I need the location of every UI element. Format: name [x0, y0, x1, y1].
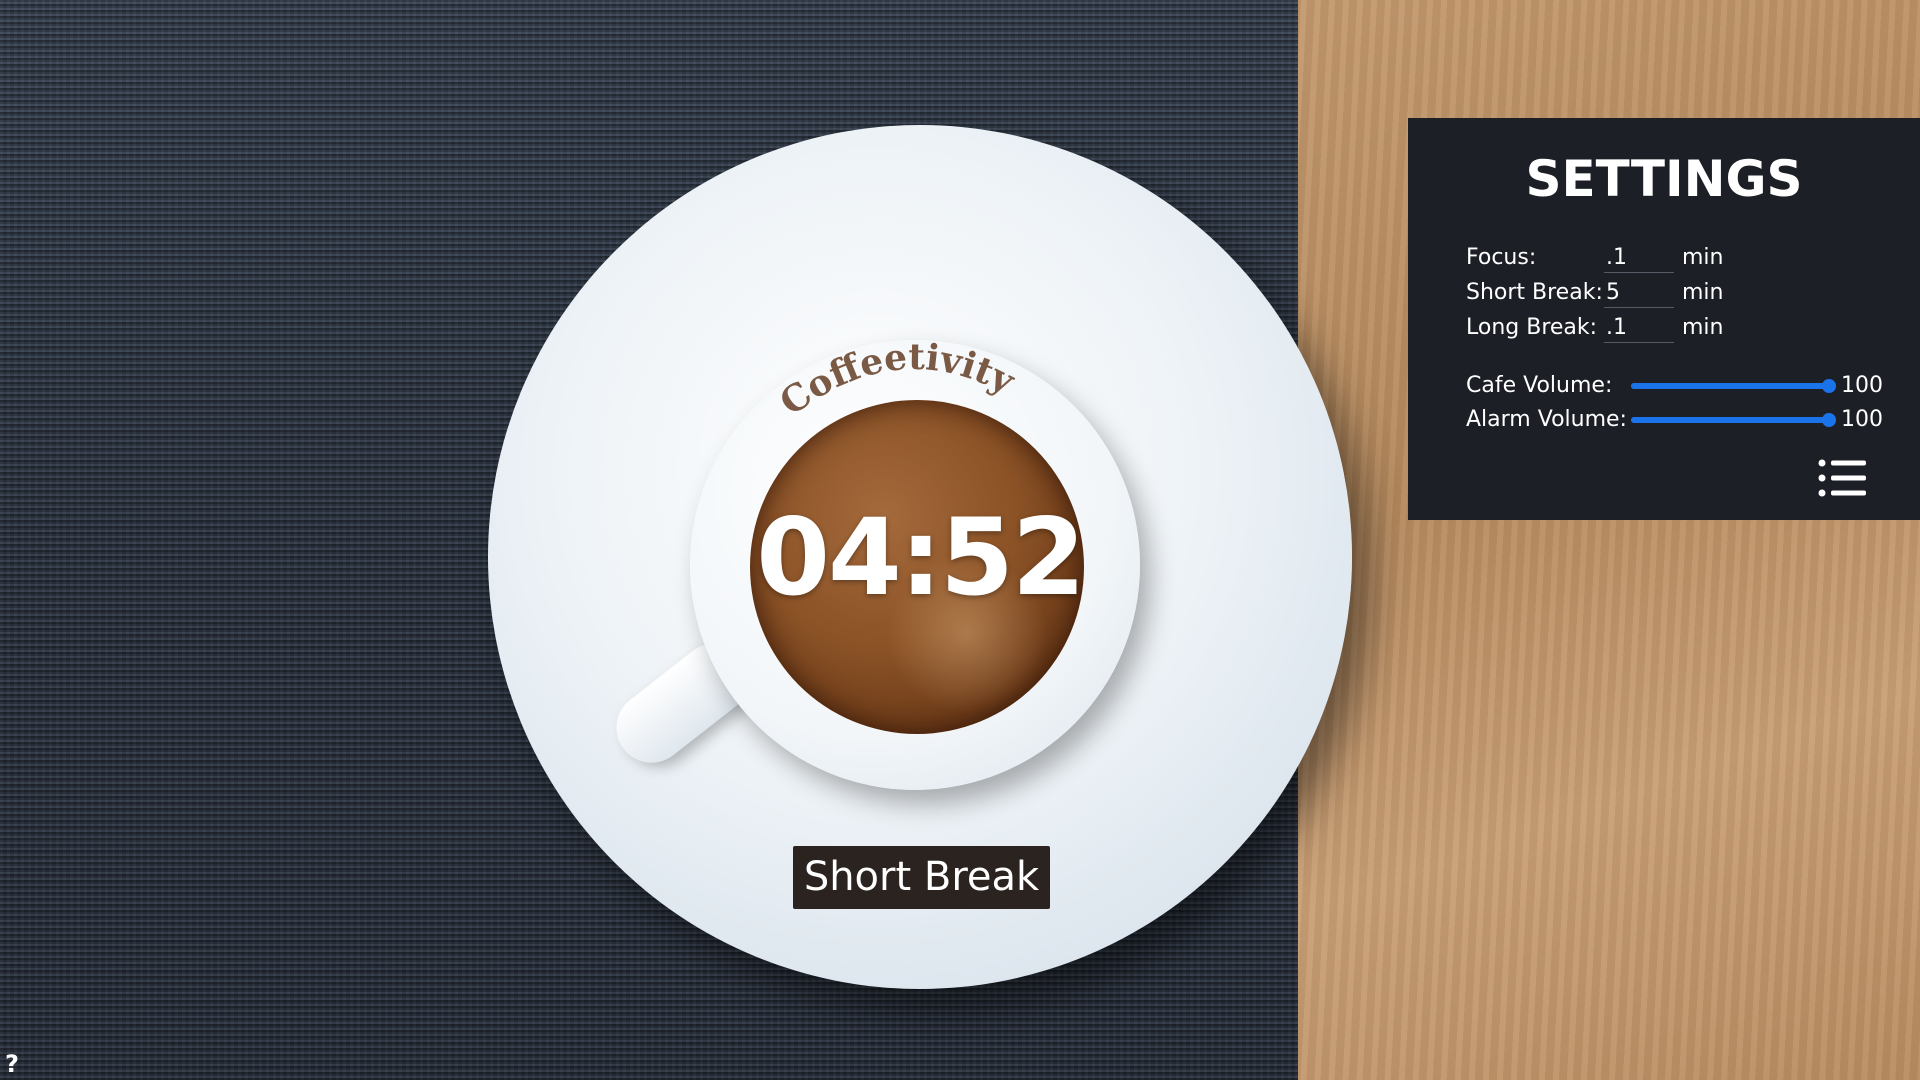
help-button[interactable]: ?	[5, 1050, 19, 1078]
focus-input[interactable]	[1604, 242, 1674, 273]
slider-thumb[interactable]	[1822, 378, 1836, 393]
focus-unit: min	[1682, 245, 1724, 270]
list-icon[interactable]	[1818, 458, 1868, 498]
cafe-volume-row: Cafe Volume: 100	[1466, 373, 1883, 398]
alarm-volume-slider[interactable]	[1631, 412, 1836, 428]
alarm-volume-label: Alarm Volume:	[1466, 407, 1627, 432]
slider-fill	[1631, 382, 1829, 389]
app-background: Coffeetivity 04:52 Short Break ? SETTING…	[0, 0, 1920, 1080]
short-break-input[interactable]	[1604, 277, 1674, 308]
long-break-input[interactable]	[1604, 312, 1674, 343]
cafe-volume-value: 100	[1841, 373, 1883, 398]
mode-label[interactable]: Short Break	[793, 846, 1050, 909]
brand-logo: Coffeetivity	[772, 340, 1022, 420]
cafe-volume-label: Cafe Volume:	[1466, 373, 1613, 398]
slider-fill	[1631, 416, 1829, 423]
slider-thumb[interactable]	[1822, 412, 1836, 427]
long-break-label: Long Break:	[1466, 315, 1598, 340]
long-break-setting-row: Long Break: min	[1466, 312, 1724, 343]
focus-setting-row: Focus: min	[1466, 242, 1724, 273]
short-break-label: Short Break:	[1466, 280, 1603, 305]
focus-label: Focus:	[1466, 245, 1537, 270]
cafe-volume-slider[interactable]	[1631, 378, 1836, 394]
short-break-setting-row: Short Break: min	[1466, 277, 1724, 308]
settings-title: SETTINGS	[1525, 150, 1803, 208]
svg-text:Coffeetivity: Coffeetivity	[772, 340, 1022, 420]
short-break-unit: min	[1682, 280, 1724, 305]
timer-display: 04:52	[756, 496, 1085, 619]
long-break-unit: min	[1682, 315, 1724, 340]
brand-name: Coffeetivity	[772, 340, 1022, 420]
alarm-volume-value: 100	[1841, 407, 1883, 432]
settings-panel: SETTINGS Focus: min Short Break: min Lon…	[1408, 118, 1920, 520]
alarm-volume-row: Alarm Volume: 100	[1466, 407, 1883, 432]
